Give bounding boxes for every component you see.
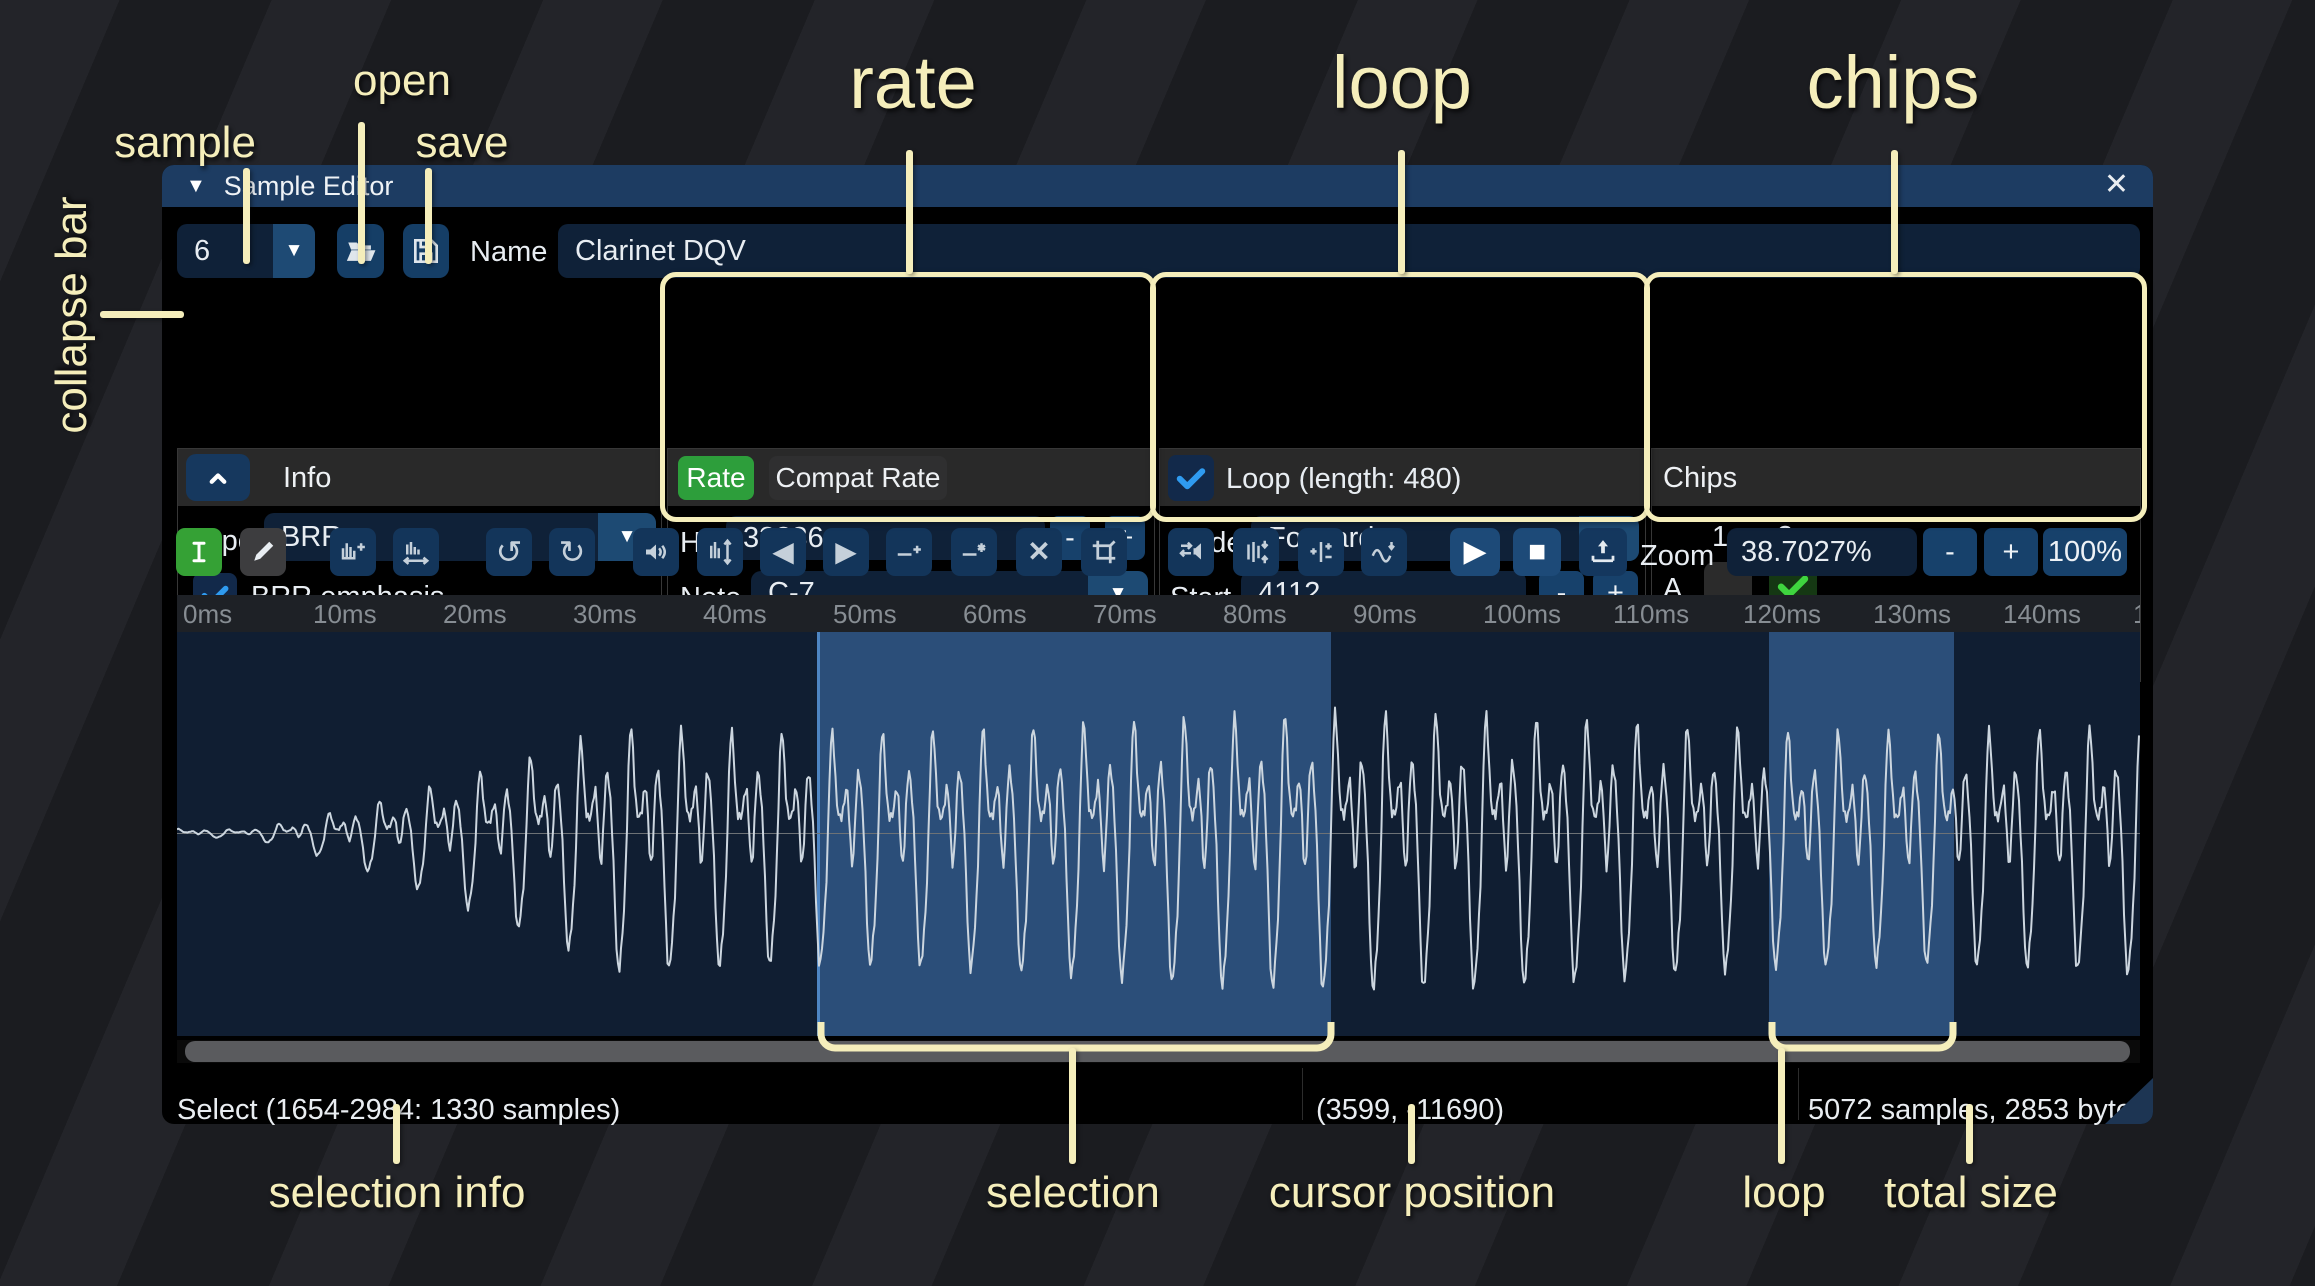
annotation-brackets xyxy=(0,0,2315,1286)
sample-callout-line xyxy=(243,168,250,264)
selection-info-annotation: selection info xyxy=(269,1168,526,1218)
collapse-bar-annotation: collapse bar xyxy=(47,196,97,433)
open-annotation: open xyxy=(353,56,451,106)
screenshot-stage: ▼ Sample Editor ✕ 6 ▼ Name Clarinet DQV … xyxy=(0,0,2315,1286)
chips-callout-line xyxy=(1891,150,1898,274)
chips-annotation: chips xyxy=(1807,40,1980,125)
save-callout-line xyxy=(425,168,432,264)
sample-annotation: sample xyxy=(114,118,256,168)
open-callout-line xyxy=(358,122,365,264)
save-annotation: save xyxy=(416,118,509,168)
loop-bottom-annotation: loop xyxy=(1742,1168,1825,1218)
cursor-position-annotation: cursor position xyxy=(1269,1168,1555,1218)
cursor-position-callout-line xyxy=(1408,1104,1415,1164)
selection-callout-line xyxy=(1069,1048,1076,1164)
loop-callout-line xyxy=(1398,150,1405,274)
collapse-bar-callout-line xyxy=(100,311,184,318)
total-size-annotation: total size xyxy=(1884,1168,2058,1218)
loop-annotation: loop xyxy=(1332,40,1472,125)
rate-annotation: rate xyxy=(849,40,977,125)
selection-annotation: selection xyxy=(986,1168,1160,1218)
total-size-callout-line xyxy=(1966,1104,1973,1164)
loop-bottom-callout-line xyxy=(1778,1048,1785,1164)
rate-callout-line xyxy=(906,150,913,274)
selection-info-callout-line xyxy=(393,1104,400,1164)
